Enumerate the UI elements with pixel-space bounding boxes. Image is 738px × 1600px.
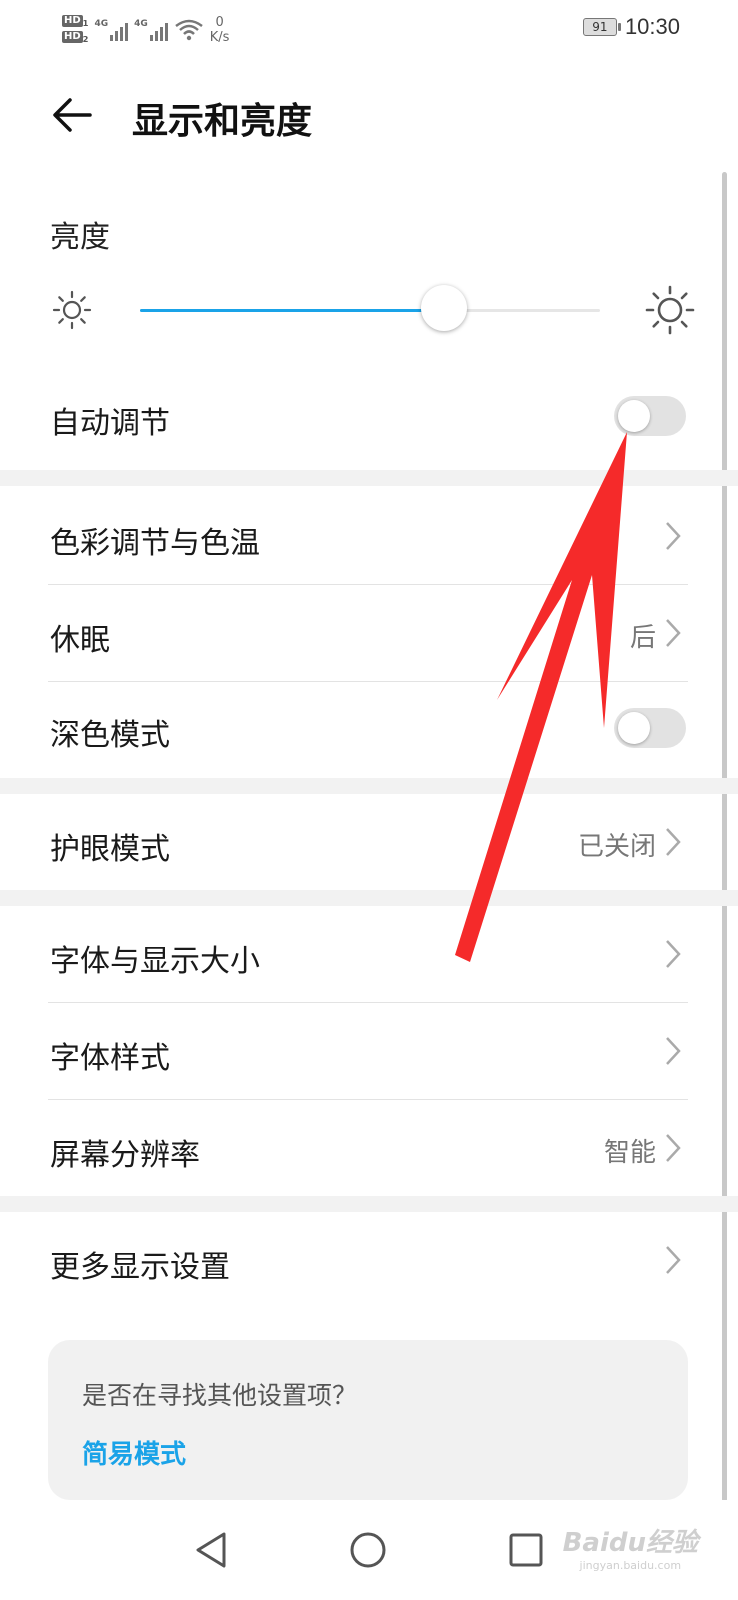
back-arrow-icon[interactable] [50, 90, 100, 140]
clock: 10:30 [624, 14, 680, 39]
brightness-thumb[interactable] [420, 285, 467, 331]
status-left: HD 1 HD 2 4G 4G 0 K/s [62, 10, 229, 50]
sun-large-icon [645, 285, 695, 335]
nav-recents-icon[interactable] [500, 1524, 552, 1576]
hd-badge-2: HD 2 [62, 31, 89, 44]
brightness-slider-row [50, 280, 695, 340]
section-gap [0, 470, 738, 486]
suggestion-question: 是否在寻找其他设置项？ [82, 1381, 358, 1410]
chevron-right-icon [666, 828, 681, 856]
suggestion-card: 是否在寻找其他设置项？ 简易模式 [48, 1340, 688, 1500]
sleep-label: 休眠 [50, 623, 110, 658]
nav-home-icon[interactable] [342, 1524, 394, 1576]
more-display-label: 更多显示设置 [50, 1250, 230, 1285]
hd-badge-1: HD 1 [62, 15, 89, 28]
wifi-icon [175, 19, 203, 41]
signal-icon-1: 4G [94, 19, 129, 41]
section-gap [0, 890, 738, 906]
brightness-track[interactable] [140, 309, 600, 312]
dark-mode-label: 深色模式 [50, 718, 170, 753]
chevron-right-icon [666, 940, 681, 968]
signal-icon-2: 4G [134, 19, 168, 41]
resolution-row[interactable]: 屏幕分辨率 智能 [0, 1100, 738, 1196]
hd-indicators: HD 1 HD 2 [62, 15, 88, 45]
simple-mode-link[interactable]: 简易模式 [82, 1434, 186, 1471]
baidu-watermark: Baidu经验 jingyan.baidu.com [562, 1528, 698, 1572]
toggle-knob [618, 712, 650, 744]
brightness-label: 亮度 [50, 220, 110, 255]
eye-comfort-value: 已关闭 [577, 832, 656, 862]
nav-back-icon[interactable] [186, 1524, 238, 1576]
more-display-row[interactable]: 更多显示设置 [0, 1212, 738, 1308]
auto-adjust-row[interactable]: 自动调节 [0, 380, 738, 456]
status-right: 91 10:30 [582, 14, 680, 40]
network-speed: 0 K/s [209, 15, 230, 45]
chevron-right-icon [666, 1037, 681, 1065]
section-gap [0, 1196, 738, 1212]
eye-comfort-row[interactable]: 护眼模式 已关闭 [0, 794, 738, 890]
navigation-bar: Baidu经验 jingyan.baidu.com [0, 1500, 738, 1600]
section-gap [0, 778, 738, 794]
dark-mode-toggle[interactable] [614, 708, 686, 748]
font-display-size-label: 字体与显示大小 [50, 944, 260, 979]
font-style-row[interactable]: 字体样式 [0, 1003, 738, 1099]
status-bar: HD 1 HD 2 4G 4G 0 K/s 91 10:30 [0, 0, 738, 60]
chevron-right-icon [666, 522, 681, 550]
toggle-knob [618, 400, 650, 432]
auto-adjust-toggle[interactable] [614, 396, 686, 436]
battery-icon: 91 [582, 18, 621, 36]
auto-adjust-label: 自动调节 [50, 406, 170, 441]
dark-mode-row[interactable]: 深色模式 [0, 682, 738, 776]
sleep-row[interactable]: 休眠 后 [0, 585, 738, 681]
resolution-label: 屏幕分辨率 [50, 1138, 200, 1173]
eye-comfort-label: 护眼模式 [50, 832, 170, 867]
sleep-value: 后 [629, 623, 656, 653]
font-display-size-row[interactable]: 字体与显示大小 [0, 906, 738, 1002]
chevron-right-icon [666, 619, 681, 647]
sun-small-icon [52, 290, 92, 330]
color-temp-row[interactable]: 色彩调节与色温 [0, 488, 738, 584]
color-temp-label: 色彩调节与色温 [50, 526, 260, 561]
chevron-right-icon [666, 1246, 681, 1274]
app-header: 显示和亮度 [0, 70, 738, 160]
brightness-fill [140, 309, 444, 312]
display-brightness-screen: HD 1 HD 2 4G 4G 0 K/s 91 10:30 显示和亮度 亮度 … [0, 0, 738, 1600]
resolution-value: 智能 [603, 1138, 656, 1168]
chevron-right-icon [666, 1134, 681, 1162]
page-title: 显示和亮度 [132, 101, 313, 142]
font-style-label: 字体样式 [50, 1041, 170, 1076]
